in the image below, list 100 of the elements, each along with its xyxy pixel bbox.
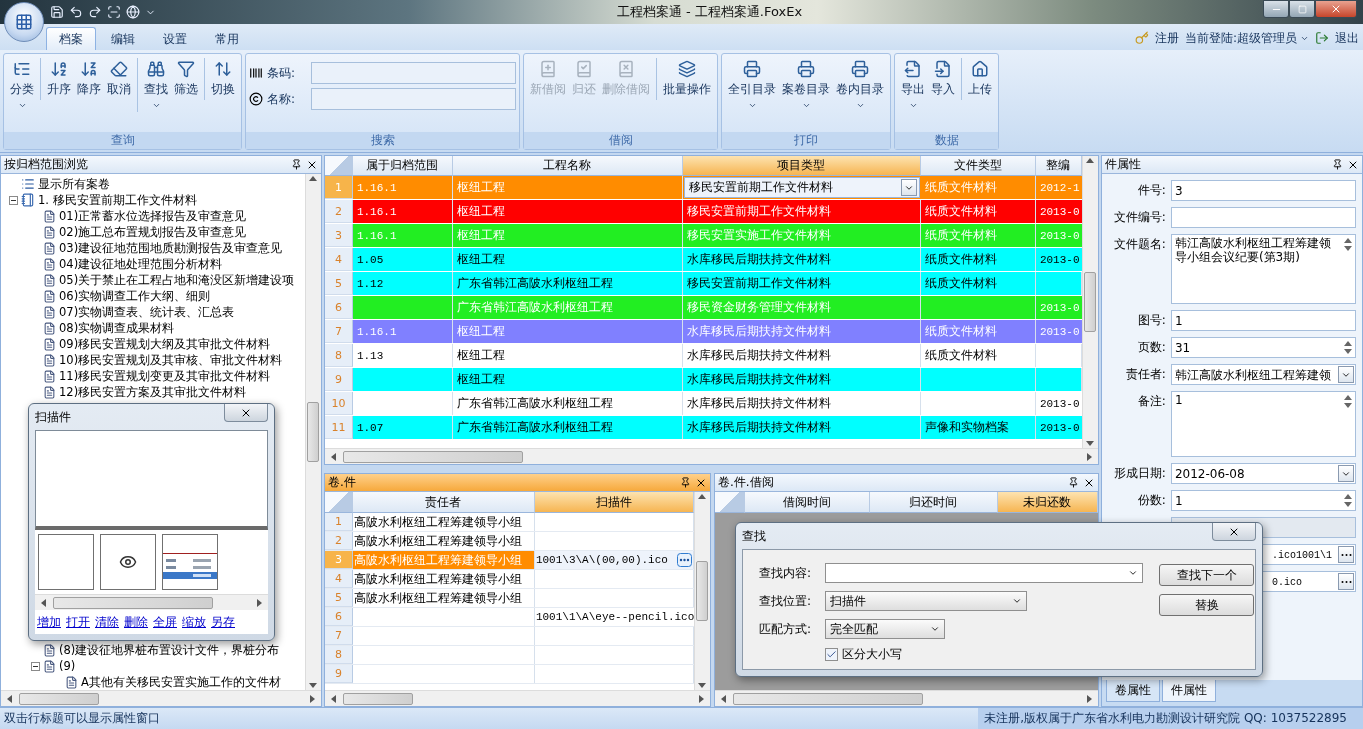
tree-item[interactable]: 12)移民安置方案及其审批文件材料: [59, 385, 247, 399]
dropdown-field[interactable]: 完全匹配: [825, 619, 945, 639]
thumbnail[interactable]: [38, 534, 94, 590]
action-link[interactable]: 删除: [124, 614, 148, 634]
scroll-thumb[interactable]: [19, 692, 99, 705]
ribbon-button[interactable]: 降序: [74, 58, 104, 100]
column-header[interactable]: 扫描件: [534, 492, 694, 513]
column-header[interactable]: 未归还数: [997, 492, 1098, 513]
column-header[interactable]: 工程名称: [452, 156, 683, 176]
undo-icon[interactable]: [69, 5, 83, 19]
text-field[interactable]: [1170, 207, 1356, 228]
vertical-scrollbar[interactable]: [304, 174, 321, 690]
caret-icon[interactable]: [855, 101, 865, 110]
scroll-arrow-icon[interactable]: [1085, 156, 1096, 166]
action-link[interactable]: 全屏: [153, 614, 177, 634]
spinner-arrows-icon[interactable]: [1342, 339, 1354, 356]
ribbon-tab[interactable]: 设置: [150, 27, 200, 50]
thumbnail[interactable]: [100, 534, 156, 590]
ribbon-tab[interactable]: 档案: [46, 27, 96, 50]
caret-icon[interactable]: [1012, 596, 1022, 606]
thumbnail[interactable]: [162, 534, 218, 590]
caret-icon[interactable]: [1128, 568, 1138, 578]
tree-item[interactable]: 显示所有案卷: [38, 177, 110, 191]
tree-item[interactable]: 04)建设征地处理范围分析材料: [59, 257, 223, 271]
scroll-thumb[interactable]: [342, 692, 413, 705]
action-link[interactable]: 打开: [66, 614, 90, 634]
close-button[interactable]: [1212, 523, 1256, 541]
ribbon-button[interactable]: 切换: [204, 58, 238, 100]
scroll-thumb[interactable]: [1084, 272, 1097, 332]
register-link[interactable]: 注册: [1154, 29, 1179, 47]
table-row[interactable]: 1 1.16.1 枢纽工程 移民安置前期工作文件材料 纸质文件材料 2012-1: [324, 176, 1082, 200]
tree-item[interactable]: 03)建设征地范围地质勘测报告及审查意见: [59, 241, 283, 255]
scroll-arrow-icon[interactable]: [308, 680, 319, 690]
dialog-button[interactable]: 替换: [1159, 594, 1254, 616]
scroll-arrow-icon[interactable]: [697, 492, 708, 502]
table-row[interactable]: 11 1.07 广东省韩江高陂水利枢纽工程 水库移民后期扶持文件材料 声像和实物档案 2013-0: [324, 416, 1082, 440]
ribbon-tab[interactable]: 常用: [202, 27, 252, 50]
tree-item[interactable]: 1. 移民安置前期工作文件材料: [38, 193, 197, 207]
tree-item[interactable]: 01)正常蓄水位选择报告及审查意见: [59, 209, 247, 223]
tree-item[interactable]: 11)移民安置规划变更及其审批文件材料: [59, 369, 271, 383]
ribbon-button[interactable]: 全引目录: [725, 58, 779, 112]
dropdown-field[interactable]: 2012-06-08: [1170, 463, 1356, 484]
horizontal-scrollbar[interactable]: [324, 448, 1098, 464]
text-field[interactable]: 3: [1170, 180, 1356, 201]
scroll-thumb[interactable]: [342, 450, 523, 463]
collapse-toggle[interactable]: [31, 661, 40, 671]
tree-item[interactable]: 10)移民安置规划及其审核、审批文件材料: [59, 353, 283, 367]
pin-icon[interactable]: [290, 159, 302, 170]
action-link[interactable]: 清除: [95, 614, 119, 634]
more-button[interactable]: [1338, 546, 1354, 563]
ribbon-tab[interactable]: 编辑: [98, 27, 148, 50]
ribbon-button[interactable]: 导入: [928, 58, 958, 100]
tree-item[interactable]: 06)实物调查工作大纲、细则: [59, 289, 211, 303]
table-row[interactable]: 5 1.12 广东省韩江高陂水利枢纽工程 移民安置前期工作文件材料 纸质文件材料: [324, 272, 1082, 296]
scroll-arrow-icon[interactable]: [308, 174, 319, 184]
search-combo[interactable]: [825, 563, 1143, 583]
panel-tab[interactable]: 卷属性: [1105, 680, 1160, 702]
caret-icon[interactable]: [151, 101, 161, 110]
ribbon-button[interactable]: 导出: [898, 58, 928, 112]
scroll-arrow-icon[interactable]: [5, 693, 15, 704]
tree-item[interactable]: (8)建设征地界桩布置设计文件，界桩分布: [59, 643, 280, 657]
number-field[interactable]: 31: [1170, 337, 1356, 358]
table-row[interactable]: 2 1.16.1 枢纽工程 移民安置前期工作文件材料 纸质文件材料 2013-0: [324, 200, 1082, 224]
globe-icon[interactable]: [126, 5, 140, 19]
tree-item[interactable]: A其他有关移民安置实施工作的文件材: [81, 675, 281, 689]
user-menu[interactable]: 当前登陆:超级管理员: [1184, 29, 1309, 47]
spinner-arrows-icon[interactable]: [1342, 492, 1354, 509]
scroll-thumb[interactable]: [307, 402, 320, 462]
search-field[interactable]: [311, 88, 516, 110]
scroll-arrow-icon[interactable]: [254, 597, 264, 608]
table-row[interactable]: 8 1.13 枢纽工程 水库移民后期扶持文件材料 纸质文件材料: [324, 344, 1082, 368]
pin-icon[interactable]: [1067, 477, 1079, 488]
close-button[interactable]: [1315, 0, 1357, 18]
horizontal-scrollbar[interactable]: [324, 690, 710, 706]
tree-item[interactable]: (9): [59, 659, 76, 673]
ribbon-button[interactable]: 分类: [7, 58, 37, 112]
action-link[interactable]: 缩放: [182, 614, 206, 634]
save-icon[interactable]: [50, 5, 64, 19]
tree-item[interactable]: 09)移民安置规划大纲及其审批文件材料: [59, 337, 271, 351]
caret-icon[interactable]: [801, 101, 811, 110]
column-header[interactable]: 责任者: [352, 492, 535, 513]
caret-icon[interactable]: [908, 101, 918, 110]
more-button[interactable]: [676, 553, 692, 567]
horizontal-scrollbar[interactable]: [35, 594, 268, 610]
dialog-button[interactable]: 查找下一个: [1159, 564, 1254, 586]
ribbon-button[interactable]: 升序: [40, 58, 74, 100]
ribbon-button[interactable]: 批量操作: [656, 58, 714, 100]
column-header[interactable]: 文件类型: [920, 156, 1036, 176]
redo-icon[interactable]: [88, 5, 102, 19]
tree-item[interactable]: 05)关于禁止在工程占地和淹没区新增建设项: [59, 273, 295, 287]
ribbon-button[interactable]: 筛选: [171, 58, 201, 100]
scanner-icon[interactable]: [107, 5, 121, 19]
scroll-arrows-icon[interactable]: [1342, 393, 1354, 410]
number-field[interactable]: 1: [1170, 490, 1356, 511]
action-link[interactable]: 增加: [37, 614, 61, 634]
scroll-thumb[interactable]: [696, 561, 709, 621]
ribbon-button[interactable]: 取消: [104, 58, 134, 100]
search-field[interactable]: [311, 62, 516, 84]
logout-link[interactable]: 退出: [1335, 29, 1359, 47]
tree-item[interactable]: 07)实物调查表、统计表、汇总表: [59, 305, 235, 319]
